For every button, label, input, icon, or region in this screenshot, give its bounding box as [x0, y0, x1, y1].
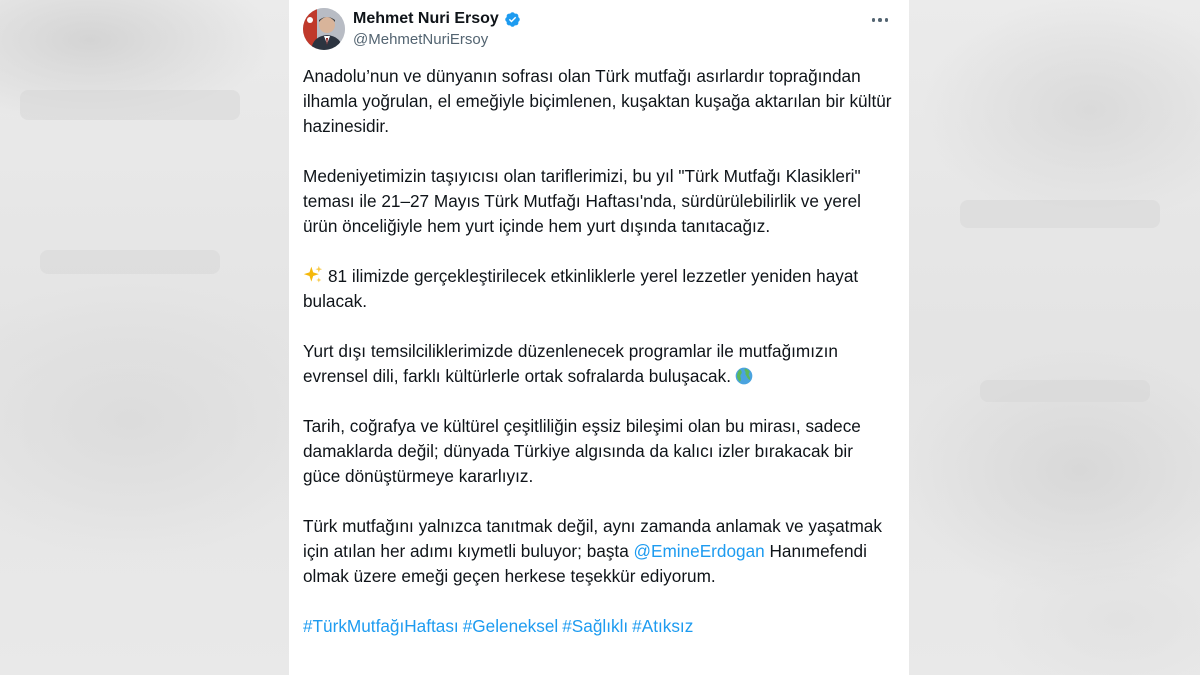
background-smear	[960, 200, 1160, 228]
tweet-text: Anadolu’nun ve dünyanın sofrası olan Tür…	[303, 64, 895, 639]
tweet-paragraph-text: Yurt dışı temsilciliklerimizde düzenlene…	[303, 341, 838, 386]
tweet-paragraph: Anadolu’nun ve dünyanın sofrası olan Tür…	[303, 66, 892, 136]
mention-link[interactable]: @EmineErdogan	[634, 541, 765, 561]
tweet-paragraph: Tarih, coğrafya ve kültürel çeşitliliğin…	[303, 416, 861, 486]
author-name-line: Mehmet Nuri Ersoy	[353, 10, 521, 28]
author-name[interactable]: Mehmet Nuri Ersoy	[353, 10, 499, 28]
more-horizontal-icon	[884, 18, 889, 22]
globe-icon	[735, 367, 753, 385]
sparkles-icon	[303, 265, 323, 283]
hashtag-link[interactable]: #Sağlıklı	[562, 616, 628, 636]
hashtag-link[interactable]: #TürkMutfağıHaftası	[303, 616, 459, 636]
hashtag-link[interactable]: #Geleneksel	[463, 616, 559, 636]
verified-badge-icon	[505, 11, 520, 27]
avatar[interactable]	[303, 8, 345, 50]
author-handle[interactable]: @MehmetNuriErsoy	[353, 31, 488, 48]
hashtag-line: #TürkMutfağıHaftası #Geleneksel #Sağlıklı #…	[303, 614, 895, 639]
hashtag-link[interactable]: #Atıksız	[632, 616, 693, 636]
tweet-paragraph: 81 ilimizde gerçekleştirilecek etkinlikl…	[303, 264, 895, 314]
more-options-button[interactable]	[865, 8, 895, 32]
background-smear	[980, 380, 1150, 402]
more-horizontal-icon	[878, 18, 882, 22]
tweet-paragraph: Türk mutfağını yalnızca tanıtmak değil, …	[303, 514, 895, 589]
tweet-card: Mehmet Nuri Ersoy @MehmetNuriErsoy Anado…	[289, 0, 909, 675]
tweet-paragraph: Yurt dışı temsilciliklerimizde düzenlene…	[303, 339, 895, 389]
tweet-paragraph-text: 81 ilimizde gerçekleştirilecek etkinlikl…	[303, 266, 859, 311]
tweet-header: Mehmet Nuri Ersoy @MehmetNuriErsoy	[303, 8, 895, 52]
avatar-portrait-icon	[303, 8, 345, 50]
background-smear	[40, 250, 220, 274]
background-smear	[20, 90, 240, 120]
tweet-paragraph: Medeniyetimizin taşıyıcısı olan tarifler…	[303, 166, 861, 236]
more-horizontal-icon	[871, 18, 876, 22]
